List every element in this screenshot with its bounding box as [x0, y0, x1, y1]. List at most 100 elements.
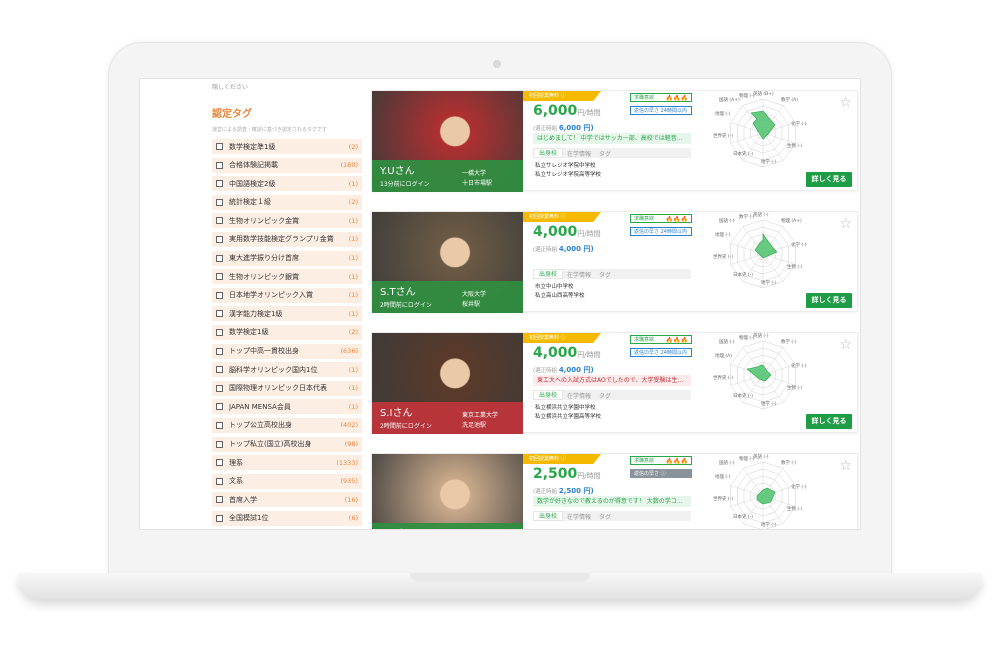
checkbox[interactable]: [216, 459, 223, 467]
skill-panel: 英語 (-) 数学 (-) 化学 (-) 生物 (-) 地学 (-) 日本史 (-) 世界史…: [695, 454, 858, 529]
checkbox[interactable]: [216, 143, 223, 150]
tag-filter-item[interactable]: 日本地学オリンピック入賞 (1): [212, 287, 362, 303]
checkbox[interactable]: [216, 421, 223, 429]
tutor-photo[interactable]: S.Sさん: [372, 454, 523, 529]
checkbox[interactable]: [216, 384, 223, 392]
tag-filter-item[interactable]: 全国模試1ケタ(16): [212, 529, 362, 530]
tag-filter-item[interactable]: トップ公立高校出身 (402): [212, 417, 362, 433]
tutor-photo[interactable]: S.Iさん 2時間前にログイン 東京工業大学 洗足池駅: [372, 333, 523, 434]
tag-count: (1333): [336, 458, 358, 467]
radar-subject-label: 国語 (A+): [719, 98, 740, 103]
tag-count: (1): [348, 235, 358, 244]
info-tabs: 出身校 在学情報 タグ: [533, 390, 691, 400]
favorite-star-icon[interactable]: ☆: [839, 216, 852, 232]
tab-tag[interactable]: タグ: [595, 149, 615, 158]
tag-filter-item[interactable]: 首席入学 (16): [212, 492, 362, 508]
tab-school[interactable]: 出身校: [533, 269, 564, 279]
checkbox[interactable]: [216, 180, 223, 188]
tag-filter-item[interactable]: 生物オリンピック銀賞 (1): [212, 269, 362, 285]
detail-button[interactable]: 詳しく見る: [806, 293, 852, 308]
tag-filter-item[interactable]: 統計検定１級 (2): [212, 194, 362, 210]
tag-filter-item[interactable]: 中国語検定2級 (1): [212, 176, 362, 192]
radar-subject-label: 日本史 (-): [733, 515, 754, 520]
checkbox[interactable]: [216, 496, 223, 504]
checkbox[interactable]: [216, 403, 223, 411]
tag-filter-item[interactable]: 合格体験記掲載 (180): [212, 157, 362, 173]
tag-filter-item[interactable]: 生物オリンピック金賞 (1): [212, 213, 362, 229]
tab-school[interactable]: 出身校: [533, 390, 564, 400]
checkbox[interactable]: [216, 514, 223, 522]
tag-count: (2): [348, 198, 358, 207]
checkbox[interactable]: [216, 366, 223, 374]
checkbox[interactable]: [216, 440, 223, 448]
checkbox[interactable]: [216, 273, 223, 281]
university: 東京工業大学: [462, 412, 499, 419]
tag-count: (935): [340, 477, 358, 486]
tag-filter-item[interactable]: 文系 (935): [212, 473, 362, 489]
tag-filter-item[interactable]: 漢字能力検定1級 (1): [212, 306, 362, 322]
tag-filter-item[interactable]: 数学検定1級 (2): [212, 324, 362, 340]
radar-subject-label: 数学 (-): [739, 215, 755, 220]
tab-current[interactable]: 在学情報: [563, 270, 595, 279]
checkbox[interactable]: [216, 291, 223, 299]
tutor-card[interactable]: Y.Uさん 13分前にログイン 一橋大学 十日市場駅 初回授業無料 ⓘ 求職意欲 🔥🔥🔥 返信…: [371, 90, 858, 192]
favorite-star-icon[interactable]: ☆: [839, 458, 852, 474]
tutor-photo[interactable]: S.Tさん 2時間前にログイン 大阪大学 桜井駅: [372, 212, 523, 313]
tutor-card[interactable]: S.Sさん 初回授業無料 ⓘ 求職意欲 🔥🔥🔥 返信の早さ ⓘ 2,500円/時間 (適正時…: [371, 453, 858, 529]
checkbox[interactable]: [216, 347, 223, 355]
radar-subject-label: 地学 (-): [761, 160, 777, 165]
tag-filter-item[interactable]: 理系 (1333): [212, 455, 362, 471]
tag-label: 合格体験記掲載: [229, 161, 278, 170]
checkbox[interactable]: [216, 310, 223, 318]
checkbox[interactable]: [216, 328, 223, 336]
checkbox[interactable]: [216, 217, 223, 225]
favorite-star-icon[interactable]: ☆: [839, 95, 852, 111]
checkbox[interactable]: [216, 161, 223, 169]
radar-subject-label: 世界史 (-): [713, 134, 734, 139]
radar-subject-label: 世界史 (-): [713, 255, 734, 260]
tag-count: (402): [340, 421, 358, 430]
price-unit: 円/時間: [577, 472, 601, 480]
tab-school[interactable]: 出身校: [533, 511, 564, 521]
flame-icons: 🔥🔥🔥: [665, 216, 688, 223]
sidebar-title: 認定タグ: [212, 109, 252, 120]
tutor-card[interactable]: S.Tさん 2時間前にログイン 大阪大学 桜井駅 初回授業無料 ⓘ 求職意欲 🔥🔥🔥 返信の早…: [371, 211, 858, 313]
hourly-price: 4,000円/時間: [533, 345, 601, 361]
fair-wage-label: (適正時給: [533, 368, 558, 374]
tag-filter-item[interactable]: トップ中高一貫校出身 (636): [212, 343, 362, 359]
tab-current[interactable]: 在学情報: [563, 149, 595, 158]
checkbox[interactable]: [216, 235, 223, 243]
tab-tag[interactable]: タグ: [595, 270, 615, 279]
radar-subject-label: 世界史 (-): [713, 497, 734, 502]
tab-current[interactable]: 在学情報: [563, 391, 595, 400]
tab-current[interactable]: 在学情報: [563, 512, 595, 521]
tag-filter-item[interactable]: 数学検定準1級 (2): [212, 139, 362, 154]
radar-subject-label: 国語 (-): [719, 340, 735, 345]
fair-wage-value: 6,000 円): [558, 124, 594, 132]
free-trial-badge: 初回授業無料 ⓘ: [523, 212, 601, 222]
detail-button[interactable]: 詳しく見る: [806, 414, 852, 429]
detail-button[interactable]: 詳しく見る: [806, 172, 852, 187]
tag-filter-item[interactable]: トップ私立(国立)高校出身 (98): [212, 436, 362, 452]
tag-label: 数学検定準1級: [229, 142, 276, 151]
tag-filter-item[interactable]: 全国模試1位 (6): [212, 510, 362, 526]
tutor-photo[interactable]: Y.Uさん 13分前にログイン 一橋大学 十日市場駅: [372, 91, 523, 192]
tab-tag[interactable]: タグ: [595, 512, 615, 521]
checkbox[interactable]: [216, 254, 223, 262]
tag-filter-item[interactable]: 実用数学技能検定グランプリ金賞 (1): [212, 231, 362, 247]
tag-filter-item[interactable]: 東大進学振り分け首席 (1): [212, 250, 362, 266]
checkbox[interactable]: [216, 198, 223, 206]
tag-filter-item[interactable]: JAPAN MENSA会員 (1): [212, 399, 362, 415]
favorite-star-icon[interactable]: ☆: [839, 337, 852, 353]
tutor-card[interactable]: S.Iさん 2時間前にログイン 東京工業大学 洗足池駅 初回授業無料 ⓘ 求職意欲 🔥🔥🔥 返…: [371, 332, 858, 434]
checkbox[interactable]: [216, 477, 223, 485]
radar-subject-label: 地学 (-): [761, 402, 777, 407]
tag-filter-item[interactable]: 脳科学オリンピック国内1位 (1): [212, 362, 362, 378]
laptop-mockup: 隠しください 認定タグ 運営による調査・確認に基づき認定されるタグです 数学検定…: [0, 0, 1000, 648]
last-login: 2時間前にログイン: [380, 423, 432, 430]
tab-tag[interactable]: タグ: [595, 391, 615, 400]
tag-filter-item[interactable]: 国際物理オリンピック日本代表 (1): [212, 380, 362, 396]
tab-school[interactable]: 出身校: [533, 148, 564, 158]
hourly-price: 6,000円/時間: [533, 103, 601, 119]
tag-count: (98): [344, 440, 358, 448]
